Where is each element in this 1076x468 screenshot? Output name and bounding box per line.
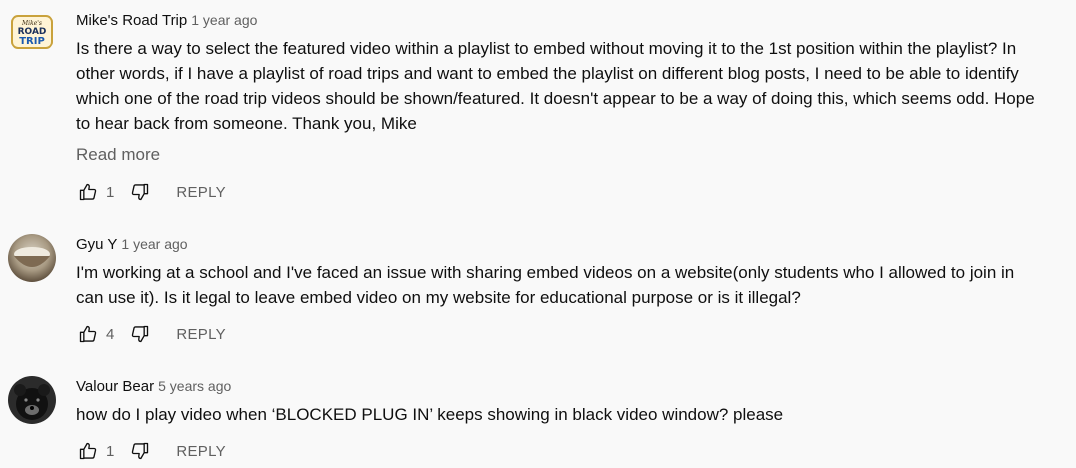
comment-actions: 1 REPLY [76,437,226,465]
like-count: 1 [106,183,115,201]
comment: Mike's ROAD TRIP Mike's Road Trip 1 year … [0,0,1076,210]
comment-timestamp[interactable]: 1 year ago [191,12,257,28]
thumbs-up-icon[interactable] [76,439,100,463]
like-count: 4 [106,325,115,343]
like-count: 1 [106,442,115,460]
comment-timestamp[interactable]: 1 year ago [121,236,187,252]
comment-timestamp[interactable]: 5 years ago [158,378,231,394]
comment-actions: 1 REPLY [76,178,226,206]
avatar[interactable]: Mike's ROAD TRIP [8,8,56,56]
reply-button[interactable]: REPLY [176,184,226,201]
comment-text: I'm working at a school and I've faced a… [76,263,1015,307]
comment-author[interactable]: Valour Bear [76,378,154,395]
comment-author[interactable]: Gyu Y [76,236,117,253]
thumbs-up-icon[interactable] [76,322,100,346]
comment: Gyu Y1 year ago I'm working at a school … [0,222,1076,352]
avatar[interactable] [8,234,56,282]
comment-text: how do I play video when ‘BLOCKED PLUG I… [76,405,784,424]
comment-text: Is there a way to select the featured vi… [76,39,1035,133]
reply-button[interactable]: REPLY [176,326,226,343]
comment-actions: 4 REPLY [76,320,226,348]
comment-author[interactable]: Mike's Road Trip [76,12,187,29]
svg-text:TRIP: TRIP [19,36,45,47]
comments-section: Mike's ROAD TRIP Mike's Road Trip 1 year … [0,0,1076,468]
road-trip-logo-icon: Mike's ROAD TRIP [8,8,56,56]
avatar[interactable] [8,376,56,424]
thumbs-down-icon[interactable] [128,322,152,346]
svg-text:Mike's: Mike's [21,20,42,27]
read-more-button[interactable]: Read more [76,142,160,168]
reply-button[interactable]: REPLY [176,443,226,460]
thumbs-up-icon[interactable] [76,180,100,204]
thumbs-down-icon[interactable] [128,180,152,204]
comment: Valour Bear 5 years ago how do I play vid… [0,364,1076,468]
bowl-photo-icon [8,234,56,282]
thumbs-down-icon[interactable] [128,439,152,463]
bear-photo-icon [8,376,56,424]
